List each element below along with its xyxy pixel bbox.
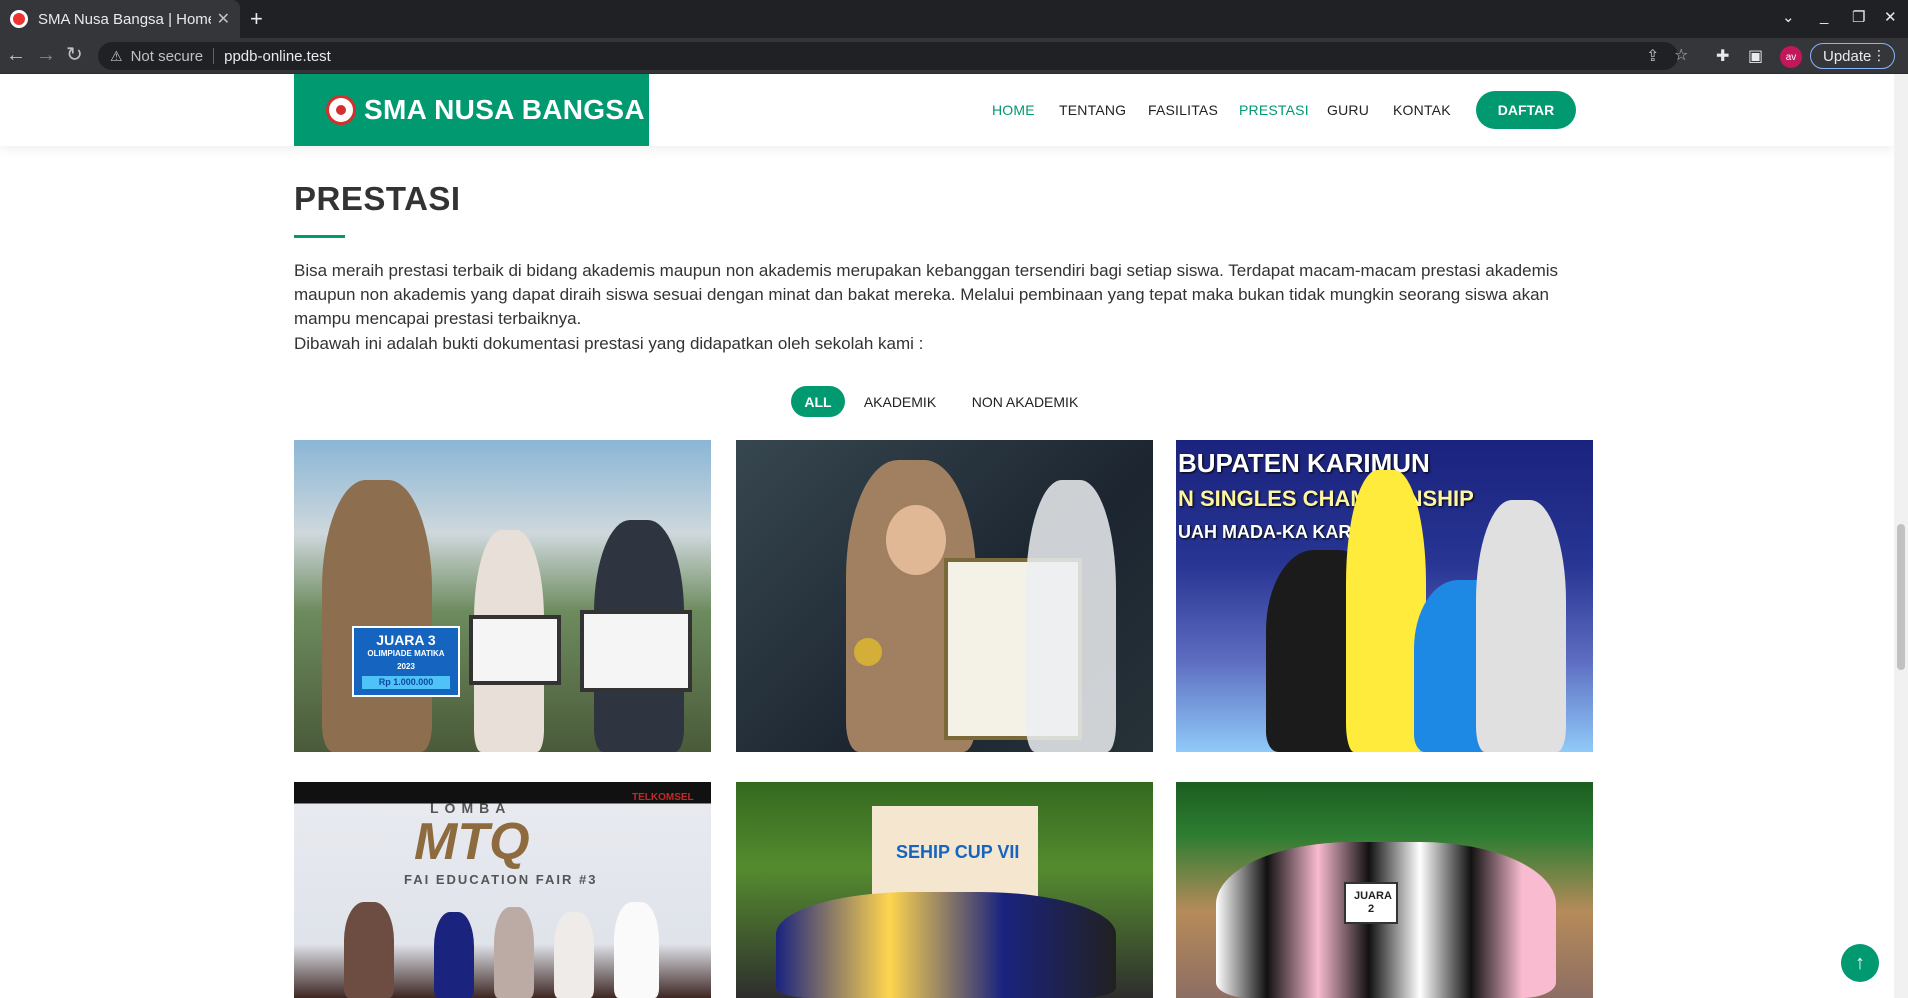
banner-text: UAH MADA-KA KAR bbox=[1178, 522, 1352, 542]
team-group-shape bbox=[776, 892, 1116, 998]
tab-title: SMA Nusa Bangsa | Home bbox=[38, 10, 211, 28]
back-icon[interactable]: ← bbox=[6, 44, 26, 66]
banner-text: FAI EDUCATION FAIR #3 bbox=[404, 872, 598, 887]
warning-icon[interactable]: ⚠ bbox=[110, 48, 123, 65]
banner-text: N SINGLES CHAMPIONSHIP bbox=[1178, 486, 1474, 511]
site-header: SMA NUSA BANGSA HOME TENTANG FASILITAS P… bbox=[0, 74, 1894, 146]
filter-non-akademik[interactable]: NON AKADEMIK bbox=[964, 386, 1086, 417]
certificate-frame bbox=[469, 615, 561, 685]
tab-search-chevron-icon[interactable]: ⌄ bbox=[1782, 8, 1795, 26]
banner-text: SEHIP CUP VII bbox=[896, 842, 1020, 862]
person-shape bbox=[1476, 500, 1566, 752]
filter-akademik[interactable]: AKADEMIK bbox=[858, 386, 942, 417]
title-underline bbox=[294, 235, 345, 238]
web-page: SMA NUSA BANGSA HOME TENTANG FASILITAS P… bbox=[0, 74, 1894, 998]
update-label: Update bbox=[1823, 47, 1872, 65]
person-shape bbox=[344, 902, 394, 998]
address-bar: ← → ↻ ⚠ Not secure ppdb-online.test ⇪ ☆ … bbox=[0, 38, 1908, 74]
person-shape bbox=[494, 907, 534, 998]
certificate-frame bbox=[580, 610, 692, 692]
filter-all[interactable]: ALL bbox=[791, 386, 845, 417]
page-scrollbar[interactable] bbox=[1894, 74, 1908, 998]
gallery-photo-2[interactable] bbox=[736, 440, 1153, 752]
omnibox[interactable]: ⚠ Not secure ppdb-online.test ⇪ ☆ bbox=[98, 42, 1688, 70]
prize-board: JUARA 2 bbox=[1344, 882, 1398, 924]
nav-home[interactable]: HOME bbox=[992, 102, 1035, 118]
reload-icon[interactable]: ↻ bbox=[66, 44, 83, 66]
back-to-top-button[interactable]: ↑ bbox=[1841, 944, 1879, 982]
gallery-photo-5[interactable]: SEHIP CUP VII bbox=[736, 782, 1153, 998]
gallery-photo-1[interactable]: JUARA 3 OLIMPIADE MATIKA 2023 Rp 1.000.0… bbox=[294, 440, 711, 752]
divider bbox=[213, 48, 215, 64]
extensions-icon[interactable]: ✚ bbox=[1716, 46, 1729, 66]
section-description-2: Dibawah ini adalah bukti dokumentasi pre… bbox=[294, 334, 924, 353]
side-panel-icon[interactable]: ▣ bbox=[1748, 46, 1763, 66]
prize-amount: Rp 1.000.000 bbox=[362, 676, 450, 689]
prize-board: JUARA 3 OLIMPIADE MATIKA 2023 Rp 1.000.0… bbox=[352, 626, 460, 697]
person-shape bbox=[554, 912, 594, 998]
nav-prestasi[interactable]: PRESTASI bbox=[1239, 102, 1309, 118]
close-icon[interactable]: ✕ bbox=[217, 9, 230, 29]
face-shape bbox=[886, 505, 946, 575]
not-secure-label: Not secure bbox=[130, 47, 204, 65]
share-icon[interactable]: ⇪ bbox=[1646, 46, 1659, 66]
brand-name: SMA NUSA BANGSA bbox=[364, 94, 645, 125]
person-shape bbox=[1026, 480, 1116, 752]
avatar[interactable]: av bbox=[1780, 46, 1802, 68]
browser-tab-bar: SMA Nusa Bangsa | Home ✕ + ⌄ _ ❐ ✕ bbox=[0, 0, 1908, 38]
person-shape bbox=[614, 902, 659, 998]
forward-icon[interactable]: → bbox=[36, 44, 56, 66]
url-text[interactable]: ppdb-online.test bbox=[224, 48, 331, 65]
restore-icon[interactable]: ❐ bbox=[1852, 8, 1865, 26]
nav-guru[interactable]: GURU bbox=[1327, 102, 1369, 118]
favicon-icon bbox=[10, 10, 28, 28]
person-shape bbox=[434, 912, 474, 998]
close-window-icon[interactable]: ✕ bbox=[1884, 8, 1897, 26]
prize-title: JUARA 3 bbox=[376, 632, 436, 648]
nav-fasilitas[interactable]: FASILITAS bbox=[1148, 102, 1218, 118]
menu-dots-icon[interactable]: ⋮ bbox=[1872, 47, 1886, 64]
new-tab-icon[interactable]: + bbox=[250, 6, 263, 32]
nav-tentang[interactable]: TENTANG bbox=[1059, 102, 1126, 118]
sponsor-logo: TELKOMSEL bbox=[632, 792, 694, 803]
site-logo[interactable]: SMA NUSA BANGSA bbox=[294, 74, 649, 146]
gallery-photo-4[interactable]: LOMBA MTQ FAI EDUCATION FAIR #3 TELKOMSE… bbox=[294, 782, 711, 998]
school-emblem-icon bbox=[326, 95, 356, 125]
daftar-button[interactable]: DAFTAR bbox=[1476, 91, 1576, 129]
scrollbar-thumb[interactable] bbox=[1897, 524, 1905, 670]
gallery-photo-6[interactable]: JUARA 2 bbox=[1176, 782, 1593, 998]
minimize-icon[interactable]: _ bbox=[1820, 8, 1828, 25]
bookmark-star-icon[interactable]: ☆ bbox=[1674, 45, 1688, 65]
gallery-photo-3[interactable]: BUPATEN KARIMUN N SINGLES CHAMPIONSHIP U… bbox=[1176, 440, 1593, 752]
banner-text: MTQ bbox=[414, 813, 530, 871]
prize-subtitle: OLIMPIADE MATIKA 2023 bbox=[367, 649, 445, 671]
nav-kontak[interactable]: KONTAK bbox=[1393, 102, 1451, 118]
person-shape bbox=[322, 480, 432, 752]
section-description: Bisa meraih prestasi terbaik di bidang a… bbox=[294, 261, 1559, 328]
update-button[interactable]: Update ⋮ bbox=[1810, 43, 1895, 69]
section-title: PRESTASI bbox=[294, 180, 461, 217]
medal-icon bbox=[854, 638, 882, 666]
browser-tab[interactable]: SMA Nusa Bangsa | Home ✕ bbox=[0, 0, 240, 38]
